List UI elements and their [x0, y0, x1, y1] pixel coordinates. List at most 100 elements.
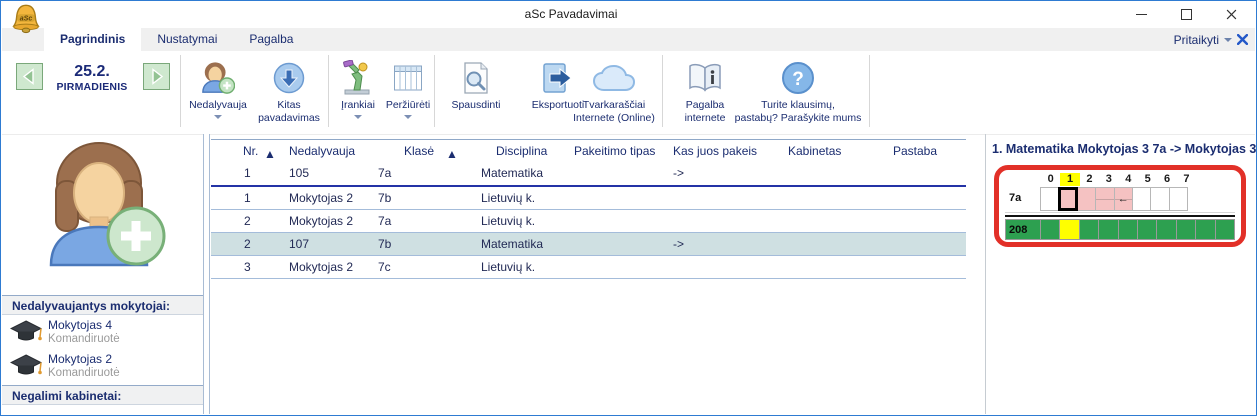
next-substitution-button[interactable]: Kitas pavadavimas [253, 57, 325, 131]
absent-button-label: Nedalyvauja [189, 99, 247, 112]
col-header-klase[interactable]: Klasė [404, 144, 434, 158]
table-row[interactable]: 2 Mokytojas 2 7a Lietuvių k. [211, 210, 966, 233]
room-period-cell-free[interactable] [1118, 219, 1138, 240]
table-row[interactable]: 1 Mokytojas 2 7b Lietuvių k. [211, 187, 966, 210]
tab-nustatymai[interactable]: Nustatymai [141, 28, 233, 51]
cell-klase: 7c [378, 260, 391, 274]
period-header-highlighted: 1 [1060, 173, 1079, 186]
sort-ascending-icon: ▲ [264, 147, 276, 161]
col-header-nedalyvauja[interactable]: Nedalyvauja [289, 144, 355, 158]
cell-disciplina: Lietuvių k. [481, 191, 535, 205]
room-period-cell-free[interactable] [1176, 219, 1196, 240]
previous-day-button[interactable] [16, 63, 43, 90]
next-day-button[interactable] [143, 63, 170, 90]
period-header: 4 [1119, 173, 1138, 186]
ribbon-tabs: Pagrindinis Nustatymai Pagalba [44, 28, 309, 51]
period-header: 7 [1177, 173, 1196, 186]
class-period-cell-free[interactable] [1150, 187, 1169, 211]
room-period-cell-free[interactable] [1137, 219, 1157, 240]
class-period-cell-selected[interactable] [1058, 187, 1077, 211]
room-period-cell-free[interactable] [1195, 219, 1215, 240]
apply-close-icon[interactable] [1237, 34, 1248, 45]
class-period-cell-busy[interactable] [1095, 187, 1114, 211]
class-period-cell-move[interactable]: ← [1114, 187, 1133, 211]
dropdown-caret-icon [354, 115, 362, 119]
absent-button[interactable]: Nedalyvauja [185, 57, 251, 131]
substitutions-table: Nr. ▲ Nedalyvauja Klasė ▲ Disciplina Pak… [211, 139, 966, 279]
col-header-pastaba[interactable]: Pastaba [893, 144, 937, 158]
apply-dropdown-caret-icon[interactable] [1224, 38, 1232, 42]
class-period-cell-free[interactable] [1132, 187, 1151, 211]
feedback-button[interactable]: ? Turite klausimų, pastabų? Parašykite m… [730, 57, 866, 131]
period-header-row: 0 1 2 3 4 5 6 7 [1041, 173, 1235, 186]
period-header: 2 [1080, 173, 1099, 186]
row-separator [1005, 215, 1235, 217]
cell-klase: 7a [378, 214, 391, 228]
table-row[interactable]: 1 105 7a Matematika -> [211, 162, 966, 187]
tools-button[interactable]: Įrankiai [334, 57, 382, 131]
app-logo-bell-icon: aSc [10, 3, 42, 34]
table-row[interactable]: 3 Mokytojas 2 7c Lietuvių k. [211, 256, 966, 279]
cell-nedalyvauja: Mokytojas 2 [289, 191, 353, 205]
cell-substitute-arrow: -> [673, 237, 684, 251]
class-period-cell-free[interactable] [1040, 187, 1059, 211]
view-button[interactable]: Peržiūrėti [381, 57, 435, 131]
teacher-name: Mokytojas 4 [48, 318, 112, 332]
unavailable-rooms-header: Negalimi kabinetai: [2, 385, 203, 405]
cell-klase: 7b [378, 191, 391, 205]
dropdown-caret-icon [404, 115, 412, 119]
add-absent-teacher-image[interactable] [29, 139, 169, 267]
sort-ascending-icon: ▲ [446, 147, 458, 161]
room-period-cell-free[interactable] [1098, 219, 1118, 240]
room-period-cell-highlighted[interactable] [1059, 219, 1079, 240]
room-period-cell-free[interactable] [1215, 219, 1235, 240]
cell-nedalyvauja: Mokytojas 2 [289, 214, 353, 228]
cell-nr: 3 [244, 260, 251, 274]
col-header-kabinetas[interactable]: Kabinetas [788, 144, 841, 158]
col-header-nr[interactable]: Nr. [243, 144, 258, 158]
sidebar-splitter[interactable] [203, 134, 210, 414]
close-button[interactable] [1209, 1, 1254, 28]
feedback-label-line1: Turite klausimų, [761, 99, 835, 112]
timetables-online-button[interactable]: Tvarkaraščiai Internete (Online) [566, 57, 662, 131]
col-header-kas-juos-pakeis[interactable]: Kas juos pakeis [673, 144, 757, 158]
cell-disciplina: Matematika [481, 237, 543, 251]
title-bar: aSc aSc Pavadavimai [1, 1, 1256, 28]
col-header-disciplina[interactable]: Disciplina [496, 144, 547, 158]
table-row-selected[interactable]: 2 107 7b Matematika -> [211, 233, 966, 256]
maximize-button[interactable] [1164, 1, 1209, 28]
date-day: 25.2. [44, 63, 140, 81]
room-period-cell-free[interactable] [1040, 219, 1060, 240]
print-button[interactable]: Spausdinti [439, 57, 513, 131]
class-period-cell-busy[interactable] [1077, 187, 1096, 211]
cell-disciplina: Lietuvių k. [481, 260, 535, 274]
dropdown-caret-icon [214, 115, 222, 119]
absent-teachers-header: Nedalyvaujantys mokytojai: [2, 295, 203, 315]
absent-teacher-item[interactable]: Mokytojas 2 Komandiruotė [2, 351, 203, 385]
columns-grid-icon [393, 63, 423, 93]
apply-button[interactable]: Pritaikyti [1174, 33, 1219, 47]
ribbon-tab-bar: Pagrindinis Nustatymai Pagalba Pritaikyt… [2, 28, 1255, 51]
tab-pagalba[interactable]: Pagalba [233, 28, 309, 51]
cell-nedalyvauja: 105 [289, 166, 309, 180]
question-circle-icon: ? [781, 61, 815, 95]
cell-substitute-arrow: -> [673, 166, 684, 180]
room-period-cell-free[interactable] [1156, 219, 1176, 240]
tab-pagrindinis[interactable]: Pagrindinis [44, 28, 141, 51]
minimize-button[interactable] [1119, 1, 1164, 28]
timetables-online-label-line2: Internete (Online) [573, 112, 655, 125]
cell-disciplina: Matematika [481, 166, 543, 180]
col-header-pakeitimo-tipas[interactable]: Pakeitimo tipas [574, 144, 655, 158]
panel-splitter[interactable] [985, 134, 986, 414]
cell-klase: 7b [378, 237, 391, 251]
cell-nr: 1 [244, 166, 251, 180]
teacher-absence-reason: Komandiruotė [48, 333, 120, 345]
absent-teacher-item[interactable]: Mokytojas 4 Komandiruotė [2, 317, 203, 351]
view-button-label: Peržiūrėti [386, 99, 430, 112]
room-period-cell-free[interactable] [1079, 219, 1099, 240]
cell-nr: 1 [244, 191, 251, 205]
class-period-cell-free[interactable] [1169, 187, 1188, 211]
substitution-detail-title: 1. Matematika Mokytojas 3 7a -> Mokytoja… [992, 142, 1256, 156]
graduation-cap-icon [10, 319, 42, 345]
cloud-icon [592, 64, 636, 92]
